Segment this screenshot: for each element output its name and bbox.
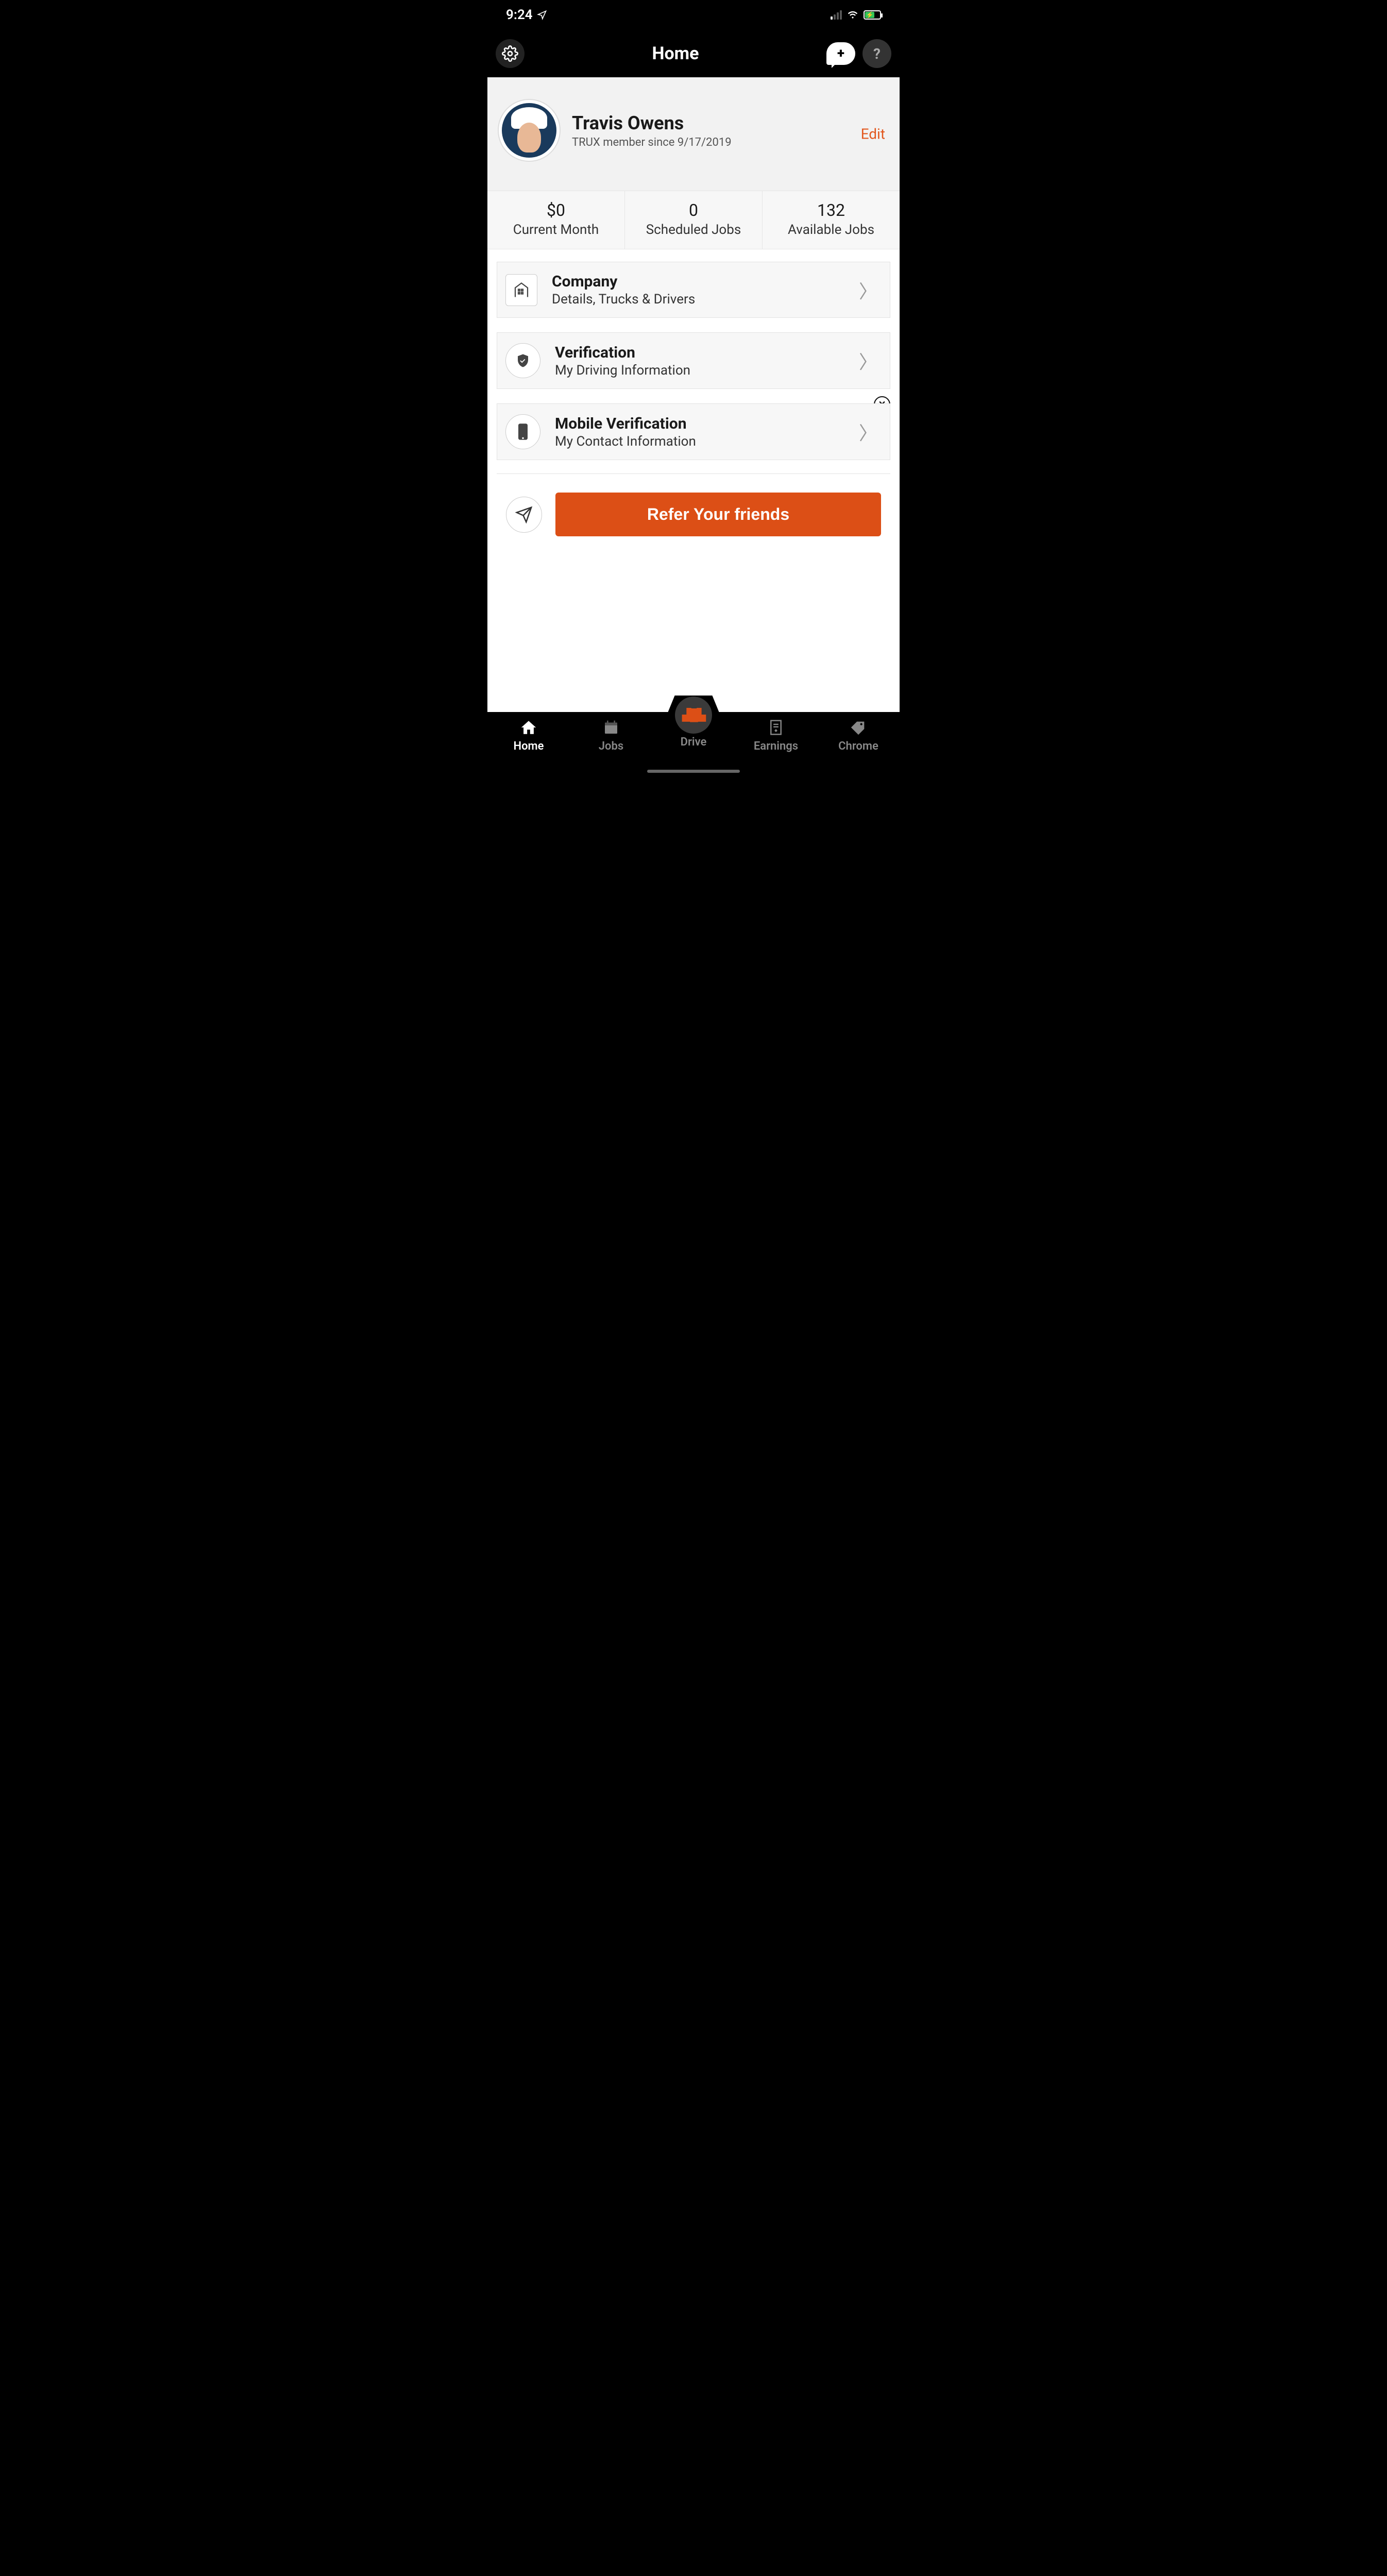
- member-since: TRUX member since 9/17/2019: [572, 136, 732, 149]
- receipt-icon: [768, 717, 784, 738]
- gear-icon: [502, 45, 518, 62]
- menu-subtitle: My Driving Information: [555, 363, 690, 378]
- home-indicator[interactable]: [647, 770, 740, 773]
- menu-title: Company: [552, 273, 695, 291]
- profile-text: Travis Owens TRUX member since 9/17/2019: [572, 112, 732, 149]
- stat-value: $0: [487, 200, 624, 220]
- tab-label: Home: [514, 740, 544, 753]
- chevron-right-icon: 〉: [859, 347, 877, 374]
- tab-jobs[interactable]: Jobs: [570, 717, 652, 753]
- question-icon: ?: [873, 45, 881, 62]
- menu-title: Mobile Verification: [555, 415, 696, 433]
- content-area: Travis Owens TRUX member since 9/17/2019…: [487, 77, 900, 777]
- tab-chrome[interactable]: Chrome: [817, 717, 900, 753]
- drive-button-circle: ▟█▙: [675, 697, 712, 734]
- drive-logo-icon: ▟█▙: [682, 708, 704, 722]
- refer-row: Refer Your friends: [487, 474, 900, 536]
- location-arrow-icon: [537, 10, 547, 20]
- tab-label: Drive: [681, 736, 707, 749]
- menu-title: Verification: [555, 344, 690, 362]
- avatar-image: [502, 103, 556, 158]
- tab-home[interactable]: Home: [487, 717, 570, 753]
- stat-label: Available Jobs: [763, 222, 900, 238]
- battery-icon: ⚡: [864, 10, 881, 20]
- stat-available-jobs[interactable]: 132 Available Jobs: [763, 191, 900, 249]
- menu-item-company[interactable]: Company Details, Trucks & Drivers 〉: [497, 262, 890, 318]
- profile-section: Travis Owens TRUX member since 9/17/2019…: [487, 77, 900, 191]
- help-button[interactable]: ?: [862, 39, 891, 68]
- chevron-right-icon: 〉: [859, 418, 877, 445]
- avatar-container[interactable]: [498, 99, 561, 162]
- status-right-group: ⚡: [831, 7, 881, 23]
- tab-bar: Home Jobs ▟█▙ Drive: [487, 712, 900, 777]
- plus-icon: +: [837, 46, 844, 61]
- stat-current-month[interactable]: $0 Current Month: [487, 191, 625, 249]
- tab-earnings[interactable]: Earnings: [735, 717, 817, 753]
- home-icon: [520, 717, 537, 738]
- edit-profile-link[interactable]: Edit: [861, 126, 885, 143]
- stat-scheduled-jobs[interactable]: 0 Scheduled Jobs: [625, 191, 763, 249]
- status-time-group: 9:24: [506, 7, 547, 23]
- tab-bar-container: Home Jobs ▟█▙ Drive: [487, 712, 900, 777]
- building-icon: [505, 274, 537, 306]
- menu-item-mobile-verification[interactable]: Mobile Verification My Contact Informati…: [497, 403, 890, 460]
- menu-item-verification[interactable]: Verification My Driving Information 〉: [497, 332, 890, 389]
- stat-value: 132: [763, 200, 900, 220]
- stats-row: $0 Current Month 0 Scheduled Jobs 132 Av…: [487, 191, 900, 249]
- tab-label: Chrome: [838, 740, 878, 753]
- tab-label: Earnings: [754, 740, 798, 753]
- stat-value: 0: [625, 200, 762, 220]
- paper-plane-icon: [506, 497, 542, 533]
- status-bar: 9:24 ⚡: [487, 0, 900, 30]
- chevron-right-icon: 〉: [859, 277, 877, 303]
- menu-section: Company Details, Trucks & Drivers 〉 Veri…: [487, 249, 900, 472]
- status-time: 9:24: [506, 7, 533, 23]
- profile-name: Travis Owens: [572, 112, 732, 134]
- refer-friends-button[interactable]: Refer Your friends: [555, 493, 881, 536]
- phone-frame: 9:24 ⚡ Home + ?: [487, 0, 900, 777]
- page-title: Home: [652, 43, 699, 64]
- stat-label: Current Month: [487, 222, 624, 238]
- chat-button[interactable]: +: [826, 42, 855, 65]
- calendar-icon: [603, 717, 619, 738]
- settings-button[interactable]: [496, 39, 525, 68]
- app-header: Home + ?: [487, 30, 900, 77]
- stat-label: Scheduled Jobs: [625, 222, 762, 238]
- phone-icon: [505, 414, 540, 449]
- wifi-icon: [846, 7, 859, 23]
- menu-subtitle: My Contact Information: [555, 434, 696, 449]
- menu-subtitle: Details, Trucks & Drivers: [552, 292, 695, 307]
- shield-check-icon: [505, 343, 540, 378]
- tag-icon: [850, 717, 867, 738]
- tab-label: Jobs: [599, 740, 623, 753]
- cellular-signal-icon: [831, 10, 842, 20]
